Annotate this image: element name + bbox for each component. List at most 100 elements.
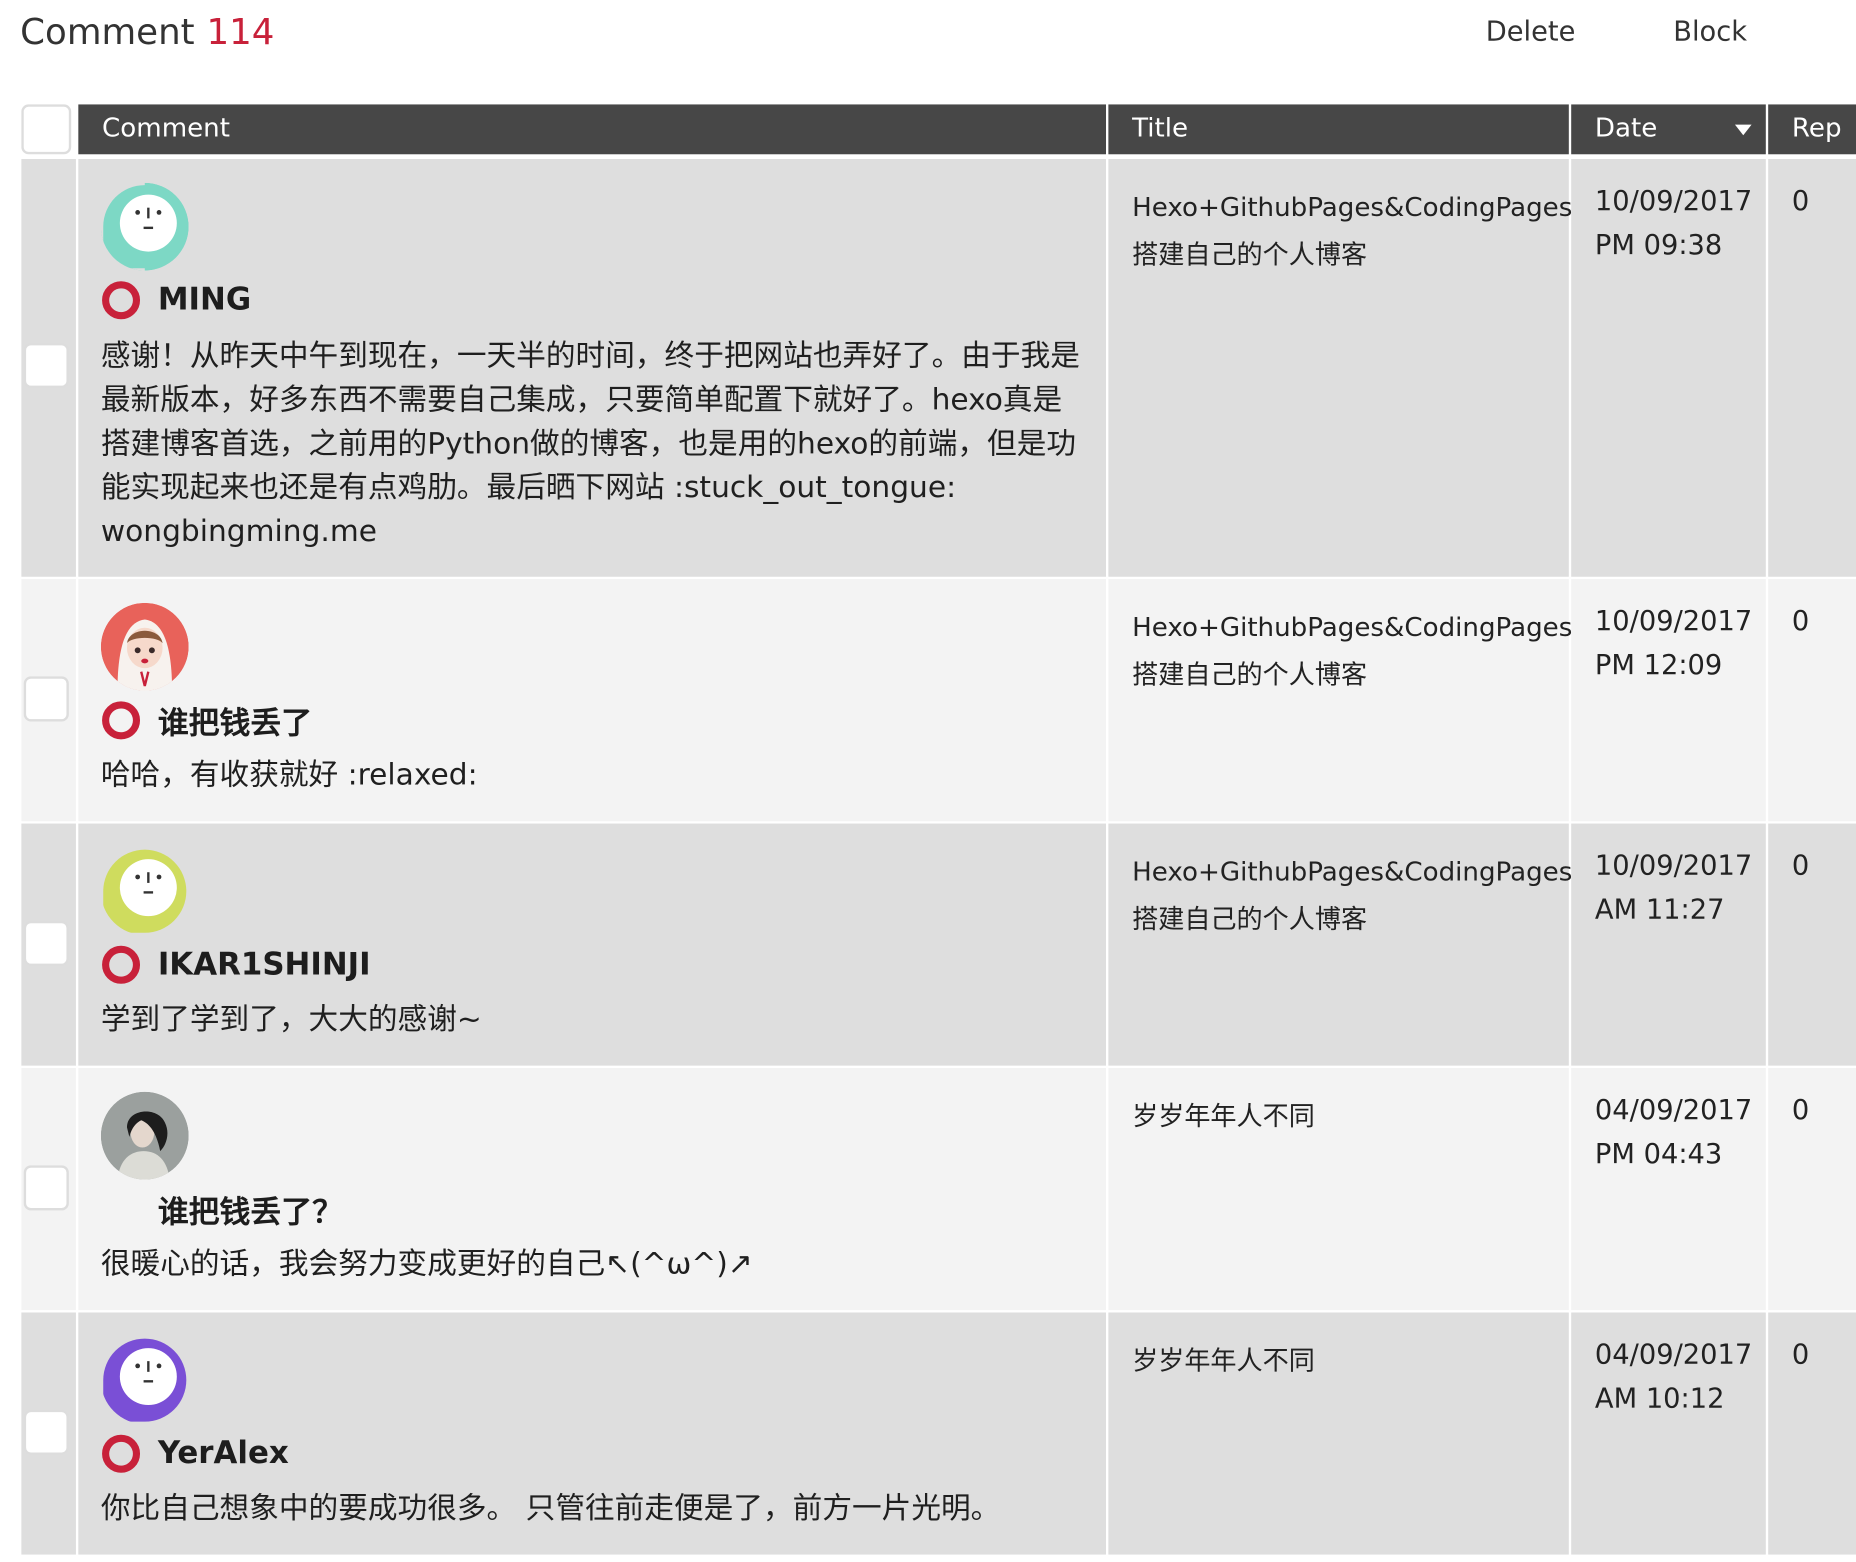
- username[interactable]: MING: [158, 282, 251, 318]
- row-checkbox[interactable]: [23, 1165, 69, 1211]
- time-value: PM 09:38: [1594, 230, 1723, 262]
- username[interactable]: 谁把钱丢了？: [158, 1187, 343, 1231]
- delete-button[interactable]: Delete: [1486, 17, 1576, 48]
- comment-manager: Comment 114 Delete Block Comment Title Da…: [0, 0, 1856, 1562]
- username[interactable]: YerAlex: [158, 1436, 289, 1472]
- user-ring-icon: [102, 701, 141, 740]
- replies-cell: 0: [1768, 1068, 1856, 1311]
- replies-cell: 0: [1768, 823, 1856, 1066]
- row-checkbox[interactable]: [23, 342, 69, 389]
- default-face-lime-icon: [100, 847, 189, 936]
- column-header-title: Title: [1108, 104, 1569, 155]
- table-row: 谁把钱丢了？ 很暖心的话，我会努力变成更好的自己↖(^ω^)↗ 岁岁年年人不同 …: [21, 1068, 1856, 1311]
- post-title-link[interactable]: 岁岁年年人不同: [1132, 1339, 1557, 1386]
- comment-cell: 谁把钱丢了？ 很暖心的话，我会努力变成更好的自己↖(^ω^)↗: [78, 1068, 1107, 1311]
- user-ring-icon: [102, 945, 141, 984]
- comment-date: 04/09/2017 AM 10:12: [1595, 1334, 1752, 1422]
- title-cell: Hexo+GithubPages&CodingPages 搭建自己的个人博客: [1108, 579, 1572, 822]
- reply-count: 0: [1791, 606, 1810, 638]
- row-check-cell: [21, 823, 76, 1066]
- post-title-link[interactable]: 岁岁年年人不同: [1132, 1094, 1557, 1141]
- time-value: PM 04:43: [1594, 1139, 1723, 1171]
- username[interactable]: IKAR1SHINJI: [158, 947, 371, 983]
- avatar: [100, 1336, 189, 1425]
- page-title: Comment 114: [20, 12, 274, 54]
- date-cell: 04/09/2017 PM 04:43: [1571, 1068, 1766, 1311]
- comment-date: 04/09/2017 PM 04:43: [1595, 1089, 1752, 1177]
- table-row: 谁把钱丢了 哈哈，有收获就好 :relaxed: Hexo+GithubPage…: [21, 579, 1856, 822]
- comment-count: 114: [206, 11, 275, 54]
- date-value: 04/09/2017: [1594, 1095, 1753, 1127]
- table-header: Comment Title Date Rep: [21, 104, 1856, 156]
- comment-cell: YerAlex 你比自己想象中的要成功很多。 只管往前走便是了，前方一片光明。: [78, 1312, 1107, 1555]
- comment-text: 哈哈，有收获就好 :relaxed:: [100, 757, 478, 792]
- post-title-link[interactable]: Hexo+GithubPages&CodingPages 搭建自己的个人博客: [1132, 605, 1572, 700]
- title-cell: 岁岁年年人不同: [1108, 1312, 1569, 1555]
- comment-date: 10/09/2017 PM 12:09: [1595, 600, 1752, 688]
- comment-date: 10/09/2017 AM 11:27: [1595, 845, 1752, 933]
- select-all-checkbox[interactable]: [21, 104, 72, 155]
- row-check-cell: [21, 1312, 76, 1555]
- comment-date: 10/09/2017 PM 09:38: [1595, 180, 1752, 268]
- avatar: [100, 182, 189, 271]
- title-cell: Hexo+GithubPages&CodingPages 搭建自己的个人博客: [1108, 159, 1572, 577]
- user-line: YerAlex: [101, 1434, 289, 1474]
- reply-count: 0: [1791, 1095, 1810, 1127]
- photo-woman-profile-icon: [100, 1091, 189, 1180]
- replies-cell: 0: [1768, 579, 1856, 822]
- row-checkbox[interactable]: [23, 1409, 69, 1455]
- row-check-cell: [21, 1068, 76, 1311]
- user-line: 谁把钱丢了: [101, 698, 312, 742]
- date-value: 10/09/2017: [1594, 606, 1753, 638]
- user-line: IKAR1SHINJI: [101, 945, 371, 985]
- column-header-comment: Comment: [78, 104, 1107, 155]
- default-face-teal-icon: [100, 182, 189, 271]
- column-header-date[interactable]: Date: [1571, 104, 1766, 155]
- comment-cell: IKAR1SHINJI 学到了学到了，大大的感谢~: [78, 823, 1107, 1066]
- row-checkbox[interactable]: [23, 676, 69, 722]
- avatar: [100, 1091, 189, 1180]
- user-ring-icon: [102, 281, 141, 320]
- comments-table: Comment Title Date Rep MING 感谢！从昨天中午到现在，…: [21, 104, 1856, 1555]
- reply-count: 0: [1791, 850, 1810, 882]
- table-row: IKAR1SHINJI 学到了学到了，大大的感谢~ Hexo+GithubPag…: [21, 823, 1856, 1066]
- replies-cell: 0: [1768, 1312, 1856, 1555]
- user-line: 谁把钱丢了？: [101, 1187, 343, 1231]
- title-cell: Hexo+GithubPages&CodingPages 搭建自己的个人博客: [1108, 823, 1572, 1066]
- comment-text: 很暖心的话，我会努力变成更好的自己↖(^ω^)↗: [100, 1246, 753, 1281]
- date-cell: 10/09/2017 PM 09:38: [1571, 159, 1766, 577]
- comment-cell: MING 感谢！从昨天中午到现在，一天半的时间，终于把网站也弄好了。由于我是最新…: [78, 159, 1107, 577]
- reply-count: 0: [1791, 186, 1810, 218]
- replies-cell: 0: [1768, 159, 1856, 577]
- time-value: PM 12:09: [1594, 650, 1723, 682]
- page-title-label: Comment: [20, 11, 195, 54]
- default-face-purple-icon: [100, 1336, 189, 1425]
- date-value: 10/09/2017: [1594, 850, 1753, 882]
- title-cell: 岁岁年年人不同: [1108, 1068, 1569, 1311]
- date-value: 04/09/2017: [1594, 1339, 1753, 1371]
- time-value: AM 11:27: [1594, 894, 1725, 926]
- block-button[interactable]: Block: [1673, 17, 1747, 48]
- row-check-cell: [21, 579, 76, 822]
- table-row: MING 感谢！从昨天中午到现在，一天半的时间，终于把网站也弄好了。由于我是最新…: [21, 159, 1856, 577]
- reply-count: 0: [1791, 1339, 1810, 1371]
- date-cell: 10/09/2017 PM 12:09: [1571, 579, 1766, 822]
- date-value: 10/09/2017: [1594, 186, 1753, 218]
- top-bar: Comment 114 Delete Block: [0, 0, 1856, 71]
- column-header-replies: Rep: [1768, 104, 1856, 155]
- avatar: [100, 847, 189, 936]
- sort-caret-icon[interactable]: [1734, 124, 1752, 136]
- table-row: YerAlex 你比自己想象中的要成功很多。 只管往前走便是了，前方一片光明。 …: [21, 1312, 1856, 1555]
- avatar: [100, 602, 189, 691]
- comment-text: 你比自己想象中的要成功很多。 只管往前走便是了，前方一片光明。: [100, 1490, 1001, 1525]
- anime-girl-hoodie-icon: [100, 602, 189, 691]
- row-checkbox[interactable]: [23, 920, 69, 966]
- post-title-link[interactable]: Hexo+GithubPages&CodingPages 搭建自己的个人博客: [1132, 185, 1572, 280]
- comment-cell: 谁把钱丢了 哈哈，有收获就好 :relaxed:: [78, 579, 1107, 822]
- username[interactable]: 谁把钱丢了: [158, 698, 312, 742]
- column-header-date-label: Date: [1594, 113, 1658, 144]
- date-cell: 04/09/2017 AM 10:12: [1571, 1312, 1766, 1555]
- post-title-link[interactable]: Hexo+GithubPages&CodingPages 搭建自己的个人博客: [1132, 850, 1572, 945]
- row-check-cell: [21, 159, 76, 577]
- time-value: AM 10:12: [1594, 1383, 1725, 1415]
